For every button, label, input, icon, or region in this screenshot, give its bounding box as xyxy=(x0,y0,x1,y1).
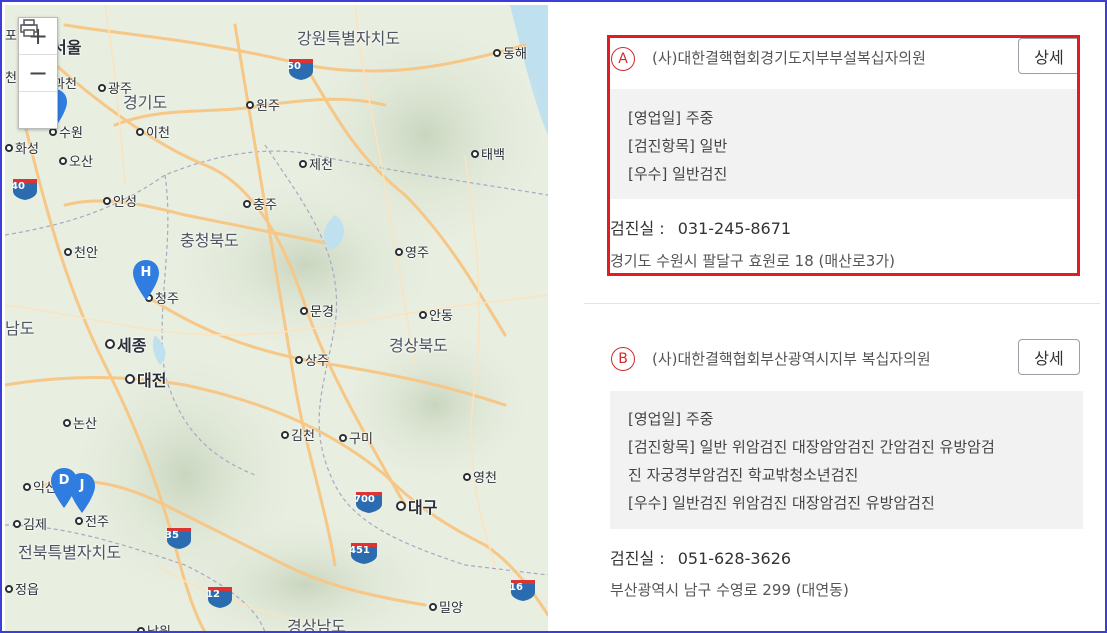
city-label: 광주 xyxy=(98,78,132,97)
map-controls: + − xyxy=(18,17,58,129)
info-line: 진 자궁경부암검진 학교밖청소년검진 xyxy=(628,466,859,484)
city-label: 동해 xyxy=(493,43,527,62)
city-label: 충주 xyxy=(243,194,277,213)
city-dot-icon xyxy=(471,149,479,158)
city-dot-icon xyxy=(98,83,106,92)
city-dot-icon xyxy=(419,310,427,319)
phone-row: 검진실 : 051-628-3626 xyxy=(610,545,791,569)
info-line: [영업일] 주중 xyxy=(628,410,714,428)
city-label: 영천 xyxy=(463,467,497,486)
city-label: 화성 xyxy=(5,138,39,157)
city-label: 상주 xyxy=(295,350,329,369)
city-dot-icon xyxy=(395,247,403,256)
region-label: 강원특별자치도 xyxy=(297,29,401,48)
city-label: 영주 xyxy=(395,242,429,261)
city-dot-icon xyxy=(493,48,501,57)
info-box: [영업일] 주중 [검진항목] 일반 [우수] 일반검진 xyxy=(610,89,1078,199)
phone-number[interactable]: 031-245-8671 xyxy=(678,219,791,238)
city-label: 안성 xyxy=(103,191,137,210)
info-line: [검진항목] 일반 xyxy=(628,137,728,155)
info-line: [우수] 일반검진 위암검진 대장암검진 유방암검진 xyxy=(628,494,935,512)
city-dot-icon xyxy=(339,433,347,442)
city-dot-icon xyxy=(105,339,115,349)
city-label: 논산 xyxy=(63,413,97,432)
info-box: [영업일] 주중 [검진항목] 일반 위암검진 대장암암검진 간암검진 유방암검… xyxy=(610,391,1083,529)
divider xyxy=(584,303,1100,304)
city-dot-icon xyxy=(295,355,303,364)
city-dot-icon xyxy=(13,519,21,528)
city-label: 천안 xyxy=(64,242,98,261)
map-view[interactable]: 강원특별자치도 경기도 충청북도 경상북도 전북특별자치도 경상남도 남도 서울… xyxy=(5,5,548,632)
city-dot-icon xyxy=(396,501,406,511)
city-label: 문경 xyxy=(300,301,334,320)
city-dot-icon xyxy=(63,418,71,427)
info-line: [검진항목] 일반 위암검진 대장암암검진 간암검진 유방암검 xyxy=(628,438,995,456)
result-list: A (사)대한결핵협회경기도지부부설복십자의원 상세 [영업일] 주중 [검진항… xyxy=(548,2,1105,631)
city-label: 김제 xyxy=(13,514,47,533)
city-dot-icon xyxy=(23,482,31,491)
phone-number[interactable]: 051-628-3626 xyxy=(678,549,791,568)
city-label: 태백 xyxy=(471,144,505,163)
city-label: 김천 xyxy=(281,425,315,444)
info-line: [우수] 일반검진 xyxy=(628,165,728,183)
city-dot-icon xyxy=(5,143,13,152)
city-dot-icon xyxy=(125,374,135,384)
city-label: 대구 xyxy=(396,494,437,518)
city-dot-icon xyxy=(75,516,83,525)
map-pin-marker[interactable]: H xyxy=(131,258,161,300)
detail-button[interactable]: 상세 xyxy=(1018,38,1080,74)
city-label: 원주 xyxy=(246,95,280,114)
region-label: 충청북도 xyxy=(180,231,239,250)
city-label: 포 xyxy=(5,29,17,44)
city-label: 천 xyxy=(5,71,17,86)
city-dot-icon xyxy=(64,247,72,256)
city-dot-icon xyxy=(137,626,145,631)
hospital-name[interactable]: (사)대한결핵협회부산광역시지부 복십자의원 xyxy=(652,348,931,369)
address: 부산광역시 남구 수영로 299 (대연동) xyxy=(610,581,849,599)
phone-row: 검진실 : 031-245-8671 xyxy=(610,215,791,239)
marker-badge: A xyxy=(611,47,635,71)
city-dot-icon xyxy=(243,199,251,208)
city-dot-icon xyxy=(246,100,254,109)
city-dot-icon xyxy=(103,196,111,205)
city-label: 대전 xyxy=(125,367,166,391)
hospital-name[interactable]: (사)대한결핵협회경기도지부부설복십자의원 xyxy=(652,47,926,68)
map-pin-marker[interactable]: J xyxy=(67,471,97,513)
region-label: 전북특별자치도 xyxy=(18,543,122,562)
region-label: 경상남도 xyxy=(287,617,346,632)
app-frame: 강원특별자치도 경기도 충청북도 경상북도 전북특별자치도 경상남도 남도 서울… xyxy=(0,0,1107,633)
city-dot-icon xyxy=(5,584,13,593)
city-dot-icon xyxy=(463,472,471,481)
marker-badge: B xyxy=(611,347,635,371)
info-line: [영업일] 주중 xyxy=(628,109,714,127)
city-dot-icon xyxy=(136,127,144,136)
city-label: 밀양 xyxy=(429,597,463,616)
city-label: 안동 xyxy=(419,305,453,324)
print-button[interactable] xyxy=(19,19,57,128)
city-label: 정읍 xyxy=(5,579,39,598)
city-dot-icon xyxy=(299,159,307,168)
city-label: 오산 xyxy=(59,151,93,170)
city-dot-icon xyxy=(281,430,289,439)
printer-icon xyxy=(20,19,38,37)
city-label: 이천 xyxy=(136,122,170,141)
phone-label: 검진실 : xyxy=(610,219,665,238)
region-label: 남도 xyxy=(5,319,35,338)
city-dot-icon xyxy=(300,306,308,315)
city-dot-icon xyxy=(59,156,67,165)
city-label: 구미 xyxy=(339,428,373,447)
city-label: 남원 xyxy=(137,621,171,631)
city-label: 제천 xyxy=(299,154,333,173)
phone-label: 검진실 : xyxy=(610,549,665,568)
detail-button[interactable]: 상세 xyxy=(1018,339,1080,375)
region-label: 경상북도 xyxy=(389,336,448,355)
city-dot-icon xyxy=(429,602,437,611)
city-label: 세종 xyxy=(105,332,146,356)
zoom-out-button[interactable]: − xyxy=(19,54,57,91)
address: 경기도 수원시 팔달구 효원로 18 (매산로3가) xyxy=(610,252,895,270)
